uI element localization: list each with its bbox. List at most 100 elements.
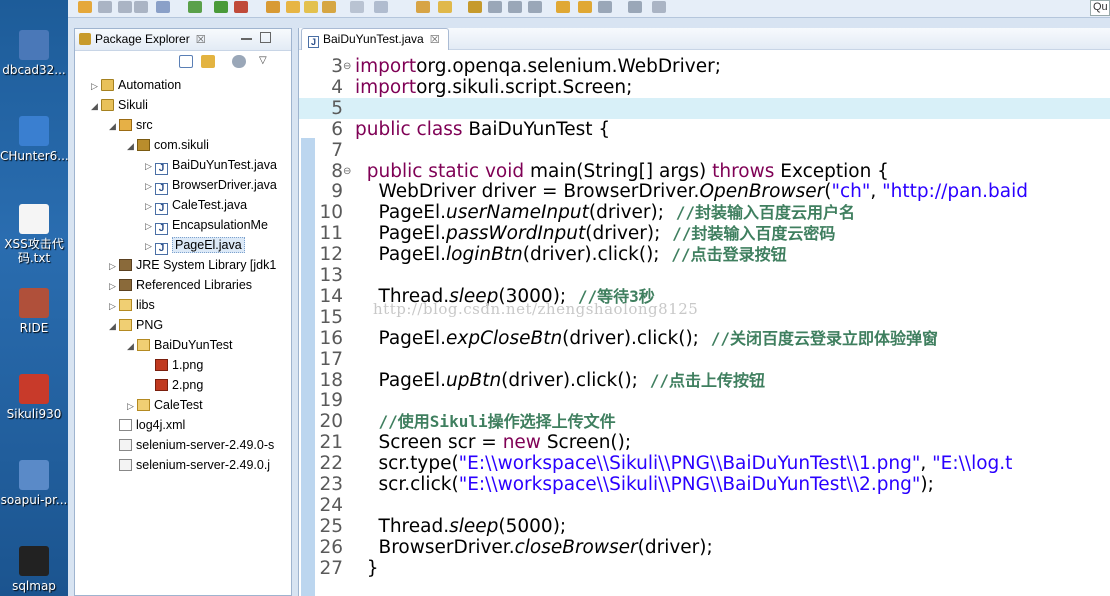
toolbar-button-icon[interactable] bbox=[598, 1, 612, 13]
collapsed-twisty-icon[interactable]: ▷ bbox=[145, 196, 155, 216]
tree-item[interactable]: 1.png bbox=[145, 355, 203, 375]
code-line[interactable]: 23 scr.click("E:\\workspace\\Sikuli\\PNG… bbox=[299, 474, 1110, 495]
desktop-shortcut[interactable]: soapui-pr... bbox=[0, 460, 68, 507]
close-icon[interactable]: ☒ bbox=[430, 34, 440, 46]
desktop-shortcut[interactable]: Sikuli930 bbox=[0, 374, 68, 421]
toolbar-button-icon[interactable] bbox=[416, 1, 430, 13]
collapsed-twisty-icon[interactable]: ▷ bbox=[145, 216, 155, 236]
toolbar-button-icon[interactable] bbox=[628, 1, 642, 13]
code-line[interactable]: 20 //使用Sikuli操作选择上传文件 bbox=[299, 411, 1110, 432]
tree-item[interactable]: ▷ CaleTest bbox=[127, 395, 203, 415]
toolbar-button-icon[interactable] bbox=[98, 1, 112, 13]
tree-item[interactable]: ▷ J EncapsulationMe bbox=[145, 215, 268, 235]
code-line[interactable]: 8 ⊖ public static void main(String[] args… bbox=[299, 161, 1110, 182]
collapsed-twisty-icon[interactable]: ▷ bbox=[109, 276, 119, 296]
toolbar-button-icon[interactable] bbox=[578, 1, 592, 13]
expanded-twisty-icon[interactable]: ◢ bbox=[127, 336, 137, 356]
quick-access-input[interactable]: Qu bbox=[1090, 0, 1110, 16]
tree-item[interactable]: selenium-server-2.49.0-s bbox=[109, 435, 274, 455]
collapsed-twisty-icon[interactable]: ▷ bbox=[145, 156, 155, 176]
toolbar-button-icon[interactable] bbox=[438, 1, 452, 13]
code-line[interactable]: 13 bbox=[299, 265, 1110, 286]
toolbar-button-icon[interactable] bbox=[118, 1, 132, 13]
tree-item[interactable]: selenium-server-2.49.0.j bbox=[109, 455, 270, 475]
editor-tab[interactable]: J BaiDuYunTest.java ☒ bbox=[301, 28, 449, 50]
focus-task-icon[interactable] bbox=[232, 55, 246, 68]
toolbar-button-icon[interactable] bbox=[468, 1, 482, 13]
view-menu-icon[interactable]: ▽ bbox=[259, 55, 273, 68]
tree-item[interactable]: ▷ J BrowserDriver.java bbox=[145, 175, 277, 195]
code-line[interactable]: 9 WebDriver driver = BrowserDriver.OpenB… bbox=[299, 181, 1110, 202]
code-line[interactable]: 24 bbox=[299, 495, 1110, 516]
collapsed-twisty-icon[interactable]: ▷ bbox=[109, 256, 119, 276]
tree-item[interactable]: 2.png bbox=[145, 375, 203, 395]
code-line[interactable]: 7 bbox=[299, 140, 1110, 161]
fold-toggle-icon[interactable]: ⊖ bbox=[343, 56, 353, 77]
code-line[interactable]: 25 Thread.sleep(5000); bbox=[299, 516, 1110, 537]
tree-item[interactable]: ◢ Sikuli bbox=[91, 95, 148, 115]
code-line[interactable]: 26 BrowserDriver.closeBrowser(driver); bbox=[299, 537, 1110, 558]
collapsed-twisty-icon[interactable]: ▷ bbox=[127, 396, 137, 416]
code-line[interactable]: 21 Screen scr = new Screen(); bbox=[299, 432, 1110, 453]
collapsed-twisty-icon[interactable]: ▷ bbox=[145, 236, 155, 256]
toolbar-button-icon[interactable] bbox=[286, 1, 300, 13]
desktop-shortcut[interactable]: dbcad32... bbox=[0, 30, 68, 77]
tree-item[interactable]: ▷ J CaleTest.java bbox=[145, 195, 247, 215]
tree-item[interactable]: log4j.xml bbox=[109, 415, 185, 435]
toolbar-button-icon[interactable] bbox=[304, 1, 318, 13]
toolbar-button-icon[interactable] bbox=[134, 1, 148, 13]
code-line[interactable]: 3 ⊖ importorg.openqa.selenium.WebDriver; bbox=[299, 56, 1110, 77]
code-line[interactable]: 18 PageEl.upBtn(driver).click(); //点击上传按… bbox=[299, 370, 1110, 391]
desktop-shortcut[interactable]: XSS攻击代 码.txt bbox=[0, 204, 68, 265]
toolbar-button-icon[interactable] bbox=[488, 1, 502, 13]
tree-item[interactable]: ▷ JRE System Library [jdk1 bbox=[109, 255, 276, 275]
expanded-twisty-icon[interactable]: ◢ bbox=[109, 116, 119, 136]
toolbar-button-icon[interactable] bbox=[556, 1, 570, 13]
code-line[interactable]: 6 public class BaiDuYunTest { bbox=[299, 119, 1110, 140]
code-line[interactable]: 22 scr.type("E:\\workspace\\Sikuli\\PNG\… bbox=[299, 453, 1110, 474]
collapsed-twisty-icon[interactable]: ▷ bbox=[109, 296, 119, 316]
tree-item[interactable]: ▷ J PageEl.java bbox=[145, 235, 245, 255]
code-line[interactable]: 12 PageEl.loginBtn(driver).click(); //点击… bbox=[299, 244, 1110, 265]
minimize-icon[interactable] bbox=[241, 32, 252, 40]
tree-item[interactable]: ▷ J BaiDuYunTest.java bbox=[145, 155, 277, 175]
package-explorer-tab[interactable]: Package Explorer ☒ bbox=[79, 32, 206, 46]
collapsed-twisty-icon[interactable]: ▷ bbox=[91, 76, 101, 96]
maximize-icon[interactable] bbox=[260, 32, 271, 43]
toolbar-button-icon[interactable] bbox=[508, 1, 522, 13]
collapsed-twisty-icon[interactable]: ▷ bbox=[145, 176, 155, 196]
expanded-twisty-icon[interactable]: ◢ bbox=[127, 136, 137, 156]
expanded-twisty-icon[interactable]: ◢ bbox=[91, 96, 101, 116]
toolbar-button-icon[interactable] bbox=[78, 1, 92, 13]
code-line[interactable]: 19 bbox=[299, 390, 1110, 411]
code-line[interactable]: 17 bbox=[299, 349, 1110, 370]
code-line[interactable]: 4 importorg.sikuli.script.Screen; bbox=[299, 77, 1110, 98]
tree-item[interactable]: ◢ src bbox=[109, 115, 153, 135]
tree-item[interactable]: ◢ com.sikuli bbox=[127, 135, 209, 155]
toolbar-button-icon[interactable] bbox=[652, 1, 666, 13]
toolbar-button-icon[interactable] bbox=[350, 1, 364, 13]
close-icon[interactable]: ☒ bbox=[196, 34, 206, 46]
toolbar-button-icon[interactable] bbox=[528, 1, 542, 13]
toolbar-button-icon[interactable] bbox=[322, 1, 336, 13]
toolbar-button-icon[interactable] bbox=[234, 1, 248, 13]
toolbar-button-icon[interactable] bbox=[156, 1, 170, 13]
toolbar-button-icon[interactable] bbox=[214, 1, 228, 13]
code-line[interactable]: 11 PageEl.passWordInput(driver); //封装输入百… bbox=[299, 223, 1110, 244]
link-with-editor-icon[interactable] bbox=[201, 55, 215, 68]
expanded-twisty-icon[interactable]: ◢ bbox=[109, 316, 119, 336]
desktop-shortcut[interactable]: RIDE bbox=[0, 288, 68, 335]
toolbar-button-icon[interactable] bbox=[266, 1, 280, 13]
toolbar-button-icon[interactable] bbox=[188, 1, 202, 13]
collapse-all-icon[interactable] bbox=[179, 55, 193, 68]
code-line[interactable]: 16 PageEl.expCloseBtn(driver).click(); /… bbox=[299, 328, 1110, 349]
fold-toggle-icon[interactable]: ⊖ bbox=[343, 161, 353, 182]
tree-item[interactable]: ▷ Automation bbox=[91, 75, 181, 95]
toolbar-button-icon[interactable] bbox=[374, 1, 388, 13]
tree-item[interactable]: ▷ libs bbox=[109, 295, 155, 315]
tree-item[interactable]: ◢ PNG bbox=[109, 315, 163, 335]
code-line[interactable]: 10 PageEl.userNameInput(driver); //封装输入百… bbox=[299, 202, 1110, 223]
code-line[interactable]: 27 } bbox=[299, 558, 1110, 579]
tree-item[interactable]: ◢ BaiDuYunTest bbox=[127, 335, 233, 355]
tree-item[interactable]: ▷ Referenced Libraries bbox=[109, 275, 252, 295]
